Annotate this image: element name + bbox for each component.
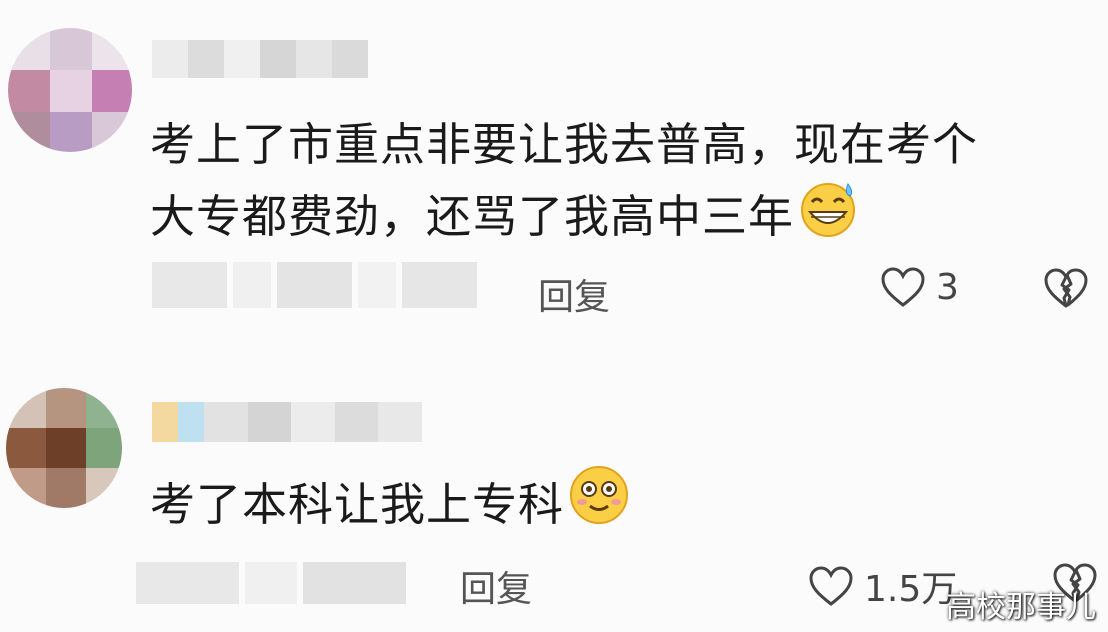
comment-text: 考上了市重点非要让我去普高，现在考个 大专都费劲，还骂了我高中三年 bbox=[150, 110, 978, 258]
like-button[interactable]: 3 bbox=[880, 266, 959, 308]
watermark: 高校那事儿 bbox=[946, 590, 1096, 625]
avatar[interactable] bbox=[8, 28, 132, 152]
username-blurred[interactable] bbox=[152, 40, 368, 78]
heart-outline-icon bbox=[881, 267, 925, 307]
comment-text-line: 考了本科让我上专科 bbox=[150, 478, 565, 531]
broken-heart-icon bbox=[1044, 268, 1088, 308]
grinning-sweat-emoji bbox=[798, 180, 858, 258]
time-location-blurred bbox=[152, 262, 477, 308]
avatar[interactable] bbox=[6, 388, 122, 508]
comment-text: 考了本科让我上专科 bbox=[150, 464, 630, 546]
smiling-blush-emoji bbox=[568, 464, 630, 546]
dislike-button[interactable] bbox=[1043, 267, 1089, 313]
like-count: 1.5万 bbox=[864, 569, 958, 610]
comment-text-line: 考上了市重点非要让我去普高，现在考个 bbox=[150, 118, 979, 171]
heart-outline-icon bbox=[809, 566, 853, 606]
like-button[interactable]: 1.5万 bbox=[808, 560, 957, 612]
username-blurred[interactable] bbox=[152, 402, 422, 442]
comment-text-line: 大专都费劲，还骂了我高中三年 bbox=[150, 180, 978, 258]
comment-text-line-content: 大专都费劲，还骂了我高中三年 bbox=[150, 190, 795, 243]
time-location-blurred bbox=[136, 562, 406, 604]
comment-list: 考上了市重点非要让我去普高，现在考个 大专都费劲，还骂了我高中三年 回复 3 考… bbox=[0, 0, 1108, 632]
like-count: 3 bbox=[936, 266, 959, 308]
reply-button[interactable]: 回复 bbox=[538, 268, 610, 320]
reply-button[interactable]: 回复 bbox=[460, 560, 532, 612]
